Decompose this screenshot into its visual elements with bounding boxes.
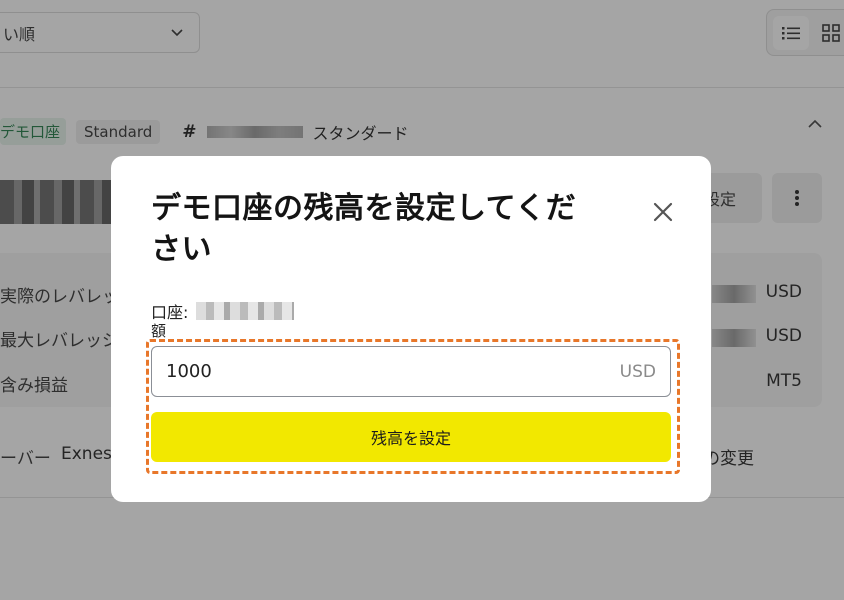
currency-suffix: USD — [619, 361, 656, 382]
account-row: 口座: — [151, 299, 295, 323]
close-icon[interactable] — [651, 200, 675, 224]
redacted-account-id — [196, 302, 295, 320]
amount-label: 額 — [151, 322, 167, 340]
dialog-title: デモ口座の残高を設定してください — [151, 191, 577, 267]
balance-amount-field[interactable]: USD — [151, 346, 671, 397]
set-balance-button[interactable]: 残高を設定 — [151, 412, 671, 462]
balance-amount-input[interactable] — [166, 361, 620, 382]
set-balance-dialog: デモ口座の残高を設定してください 口座: 額 USD 残高を設定 — [111, 156, 711, 502]
